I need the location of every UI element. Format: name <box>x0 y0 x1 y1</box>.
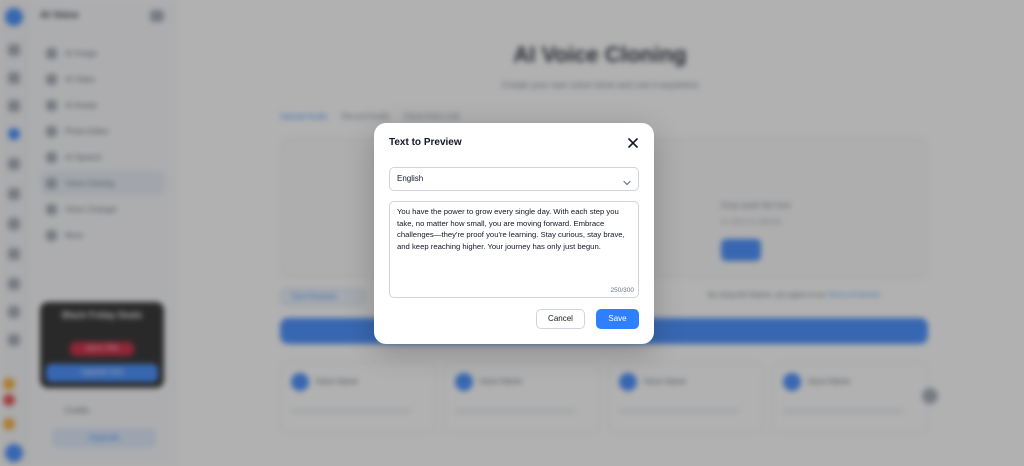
preview-text-content: You have the power to grow every single … <box>397 207 625 251</box>
text-preview-dialog: Text to Preview English You have the pow… <box>374 123 654 344</box>
language-value: English <box>397 174 424 183</box>
character-count: 250/300 <box>610 287 635 294</box>
dialog-title: Text to Preview <box>389 137 462 148</box>
preview-text-input[interactable]: You have the power to grow every single … <box>389 201 639 298</box>
save-button[interactable]: Save <box>596 309 639 329</box>
language-select[interactable]: English <box>389 167 639 191</box>
chevron-down-icon <box>622 175 632 186</box>
close-icon[interactable] <box>626 136 640 150</box>
cancel-button[interactable]: Cancel <box>536 309 585 329</box>
